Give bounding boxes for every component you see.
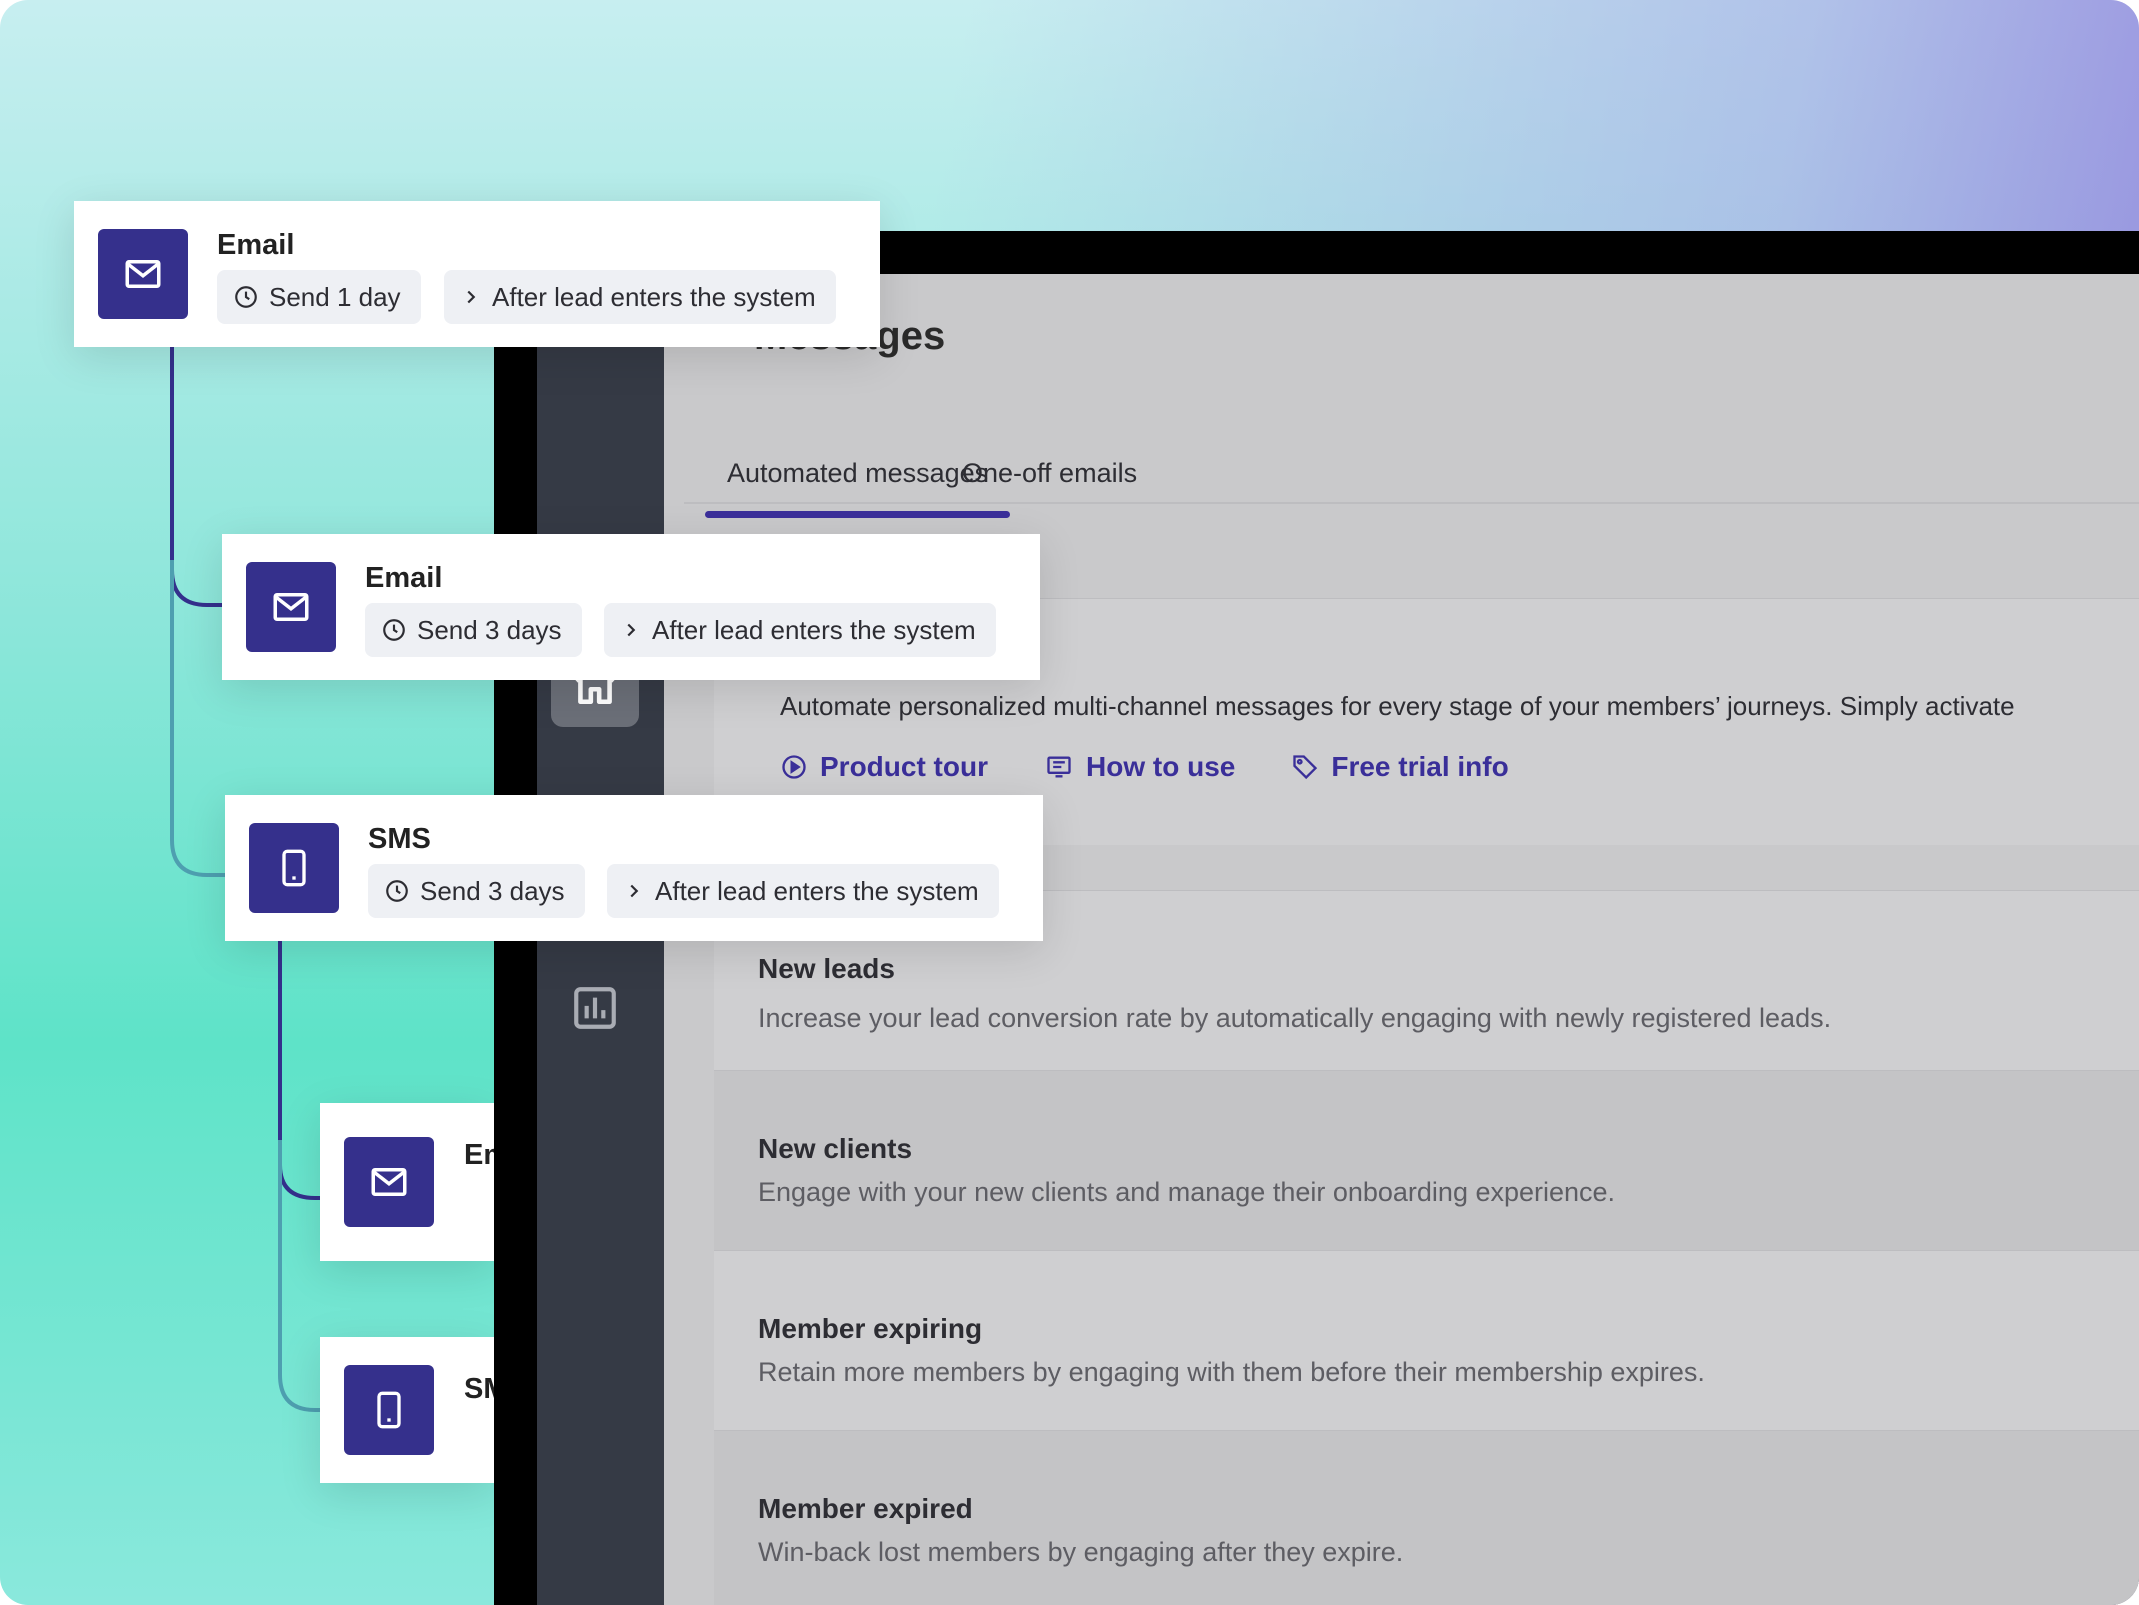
- reports-icon: [574, 987, 616, 1029]
- tab-automated-messages[interactable]: Automated messages: [704, 458, 1011, 518]
- phone-icon: [377, 1391, 401, 1429]
- journey-description: Retain more members by engaging with the…: [758, 1357, 1705, 1387]
- tab-one-off-emails[interactable]: One-off emails: [962, 458, 1137, 514]
- card-type: SMS: [368, 823, 431, 855]
- intro-text: Automate personalized multi-channel mess…: [780, 691, 2015, 721]
- flow-card-sms-partial[interactable]: SMS: [320, 1337, 494, 1483]
- mail-icon: [273, 593, 309, 621]
- tab-bar: Automated messages One-off emails: [684, 444, 2139, 518]
- card-icon-email: [98, 229, 188, 319]
- journey-title: New leads: [758, 953, 895, 984]
- trigger-pill[interactable]: After lead enters the system: [604, 603, 996, 657]
- journey-description: Win-back lost members by engaging after …: [758, 1537, 1404, 1567]
- mail-icon: [371, 1168, 407, 1196]
- flow-card-sms-1[interactable]: SMS Send 3 days After lead enters the sy…: [225, 795, 1043, 941]
- flow-card-email-1[interactable]: Email Send 1 day After lead enters the s…: [74, 201, 880, 347]
- clock-icon: [383, 619, 405, 641]
- delay-pill[interactable]: Send 3 days: [365, 603, 582, 657]
- chevron-right-icon: [627, 623, 636, 637]
- mail-icon: [125, 260, 161, 288]
- card-icon-email: [344, 1137, 434, 1227]
- card-icon-sms: [344, 1365, 434, 1455]
- nav-reports-button[interactable]: [561, 974, 629, 1042]
- card-type: Email: [464, 1139, 494, 1171]
- tag-icon: [1293, 755, 1318, 780]
- journey-title: Member expiring: [758, 1313, 983, 1344]
- journey-member-expiring[interactable]: Member expiring Retain more members by e…: [714, 1250, 2139, 1431]
- trigger-label: After lead enters the system: [492, 281, 816, 312]
- flow-card-email-partial[interactable]: Email: [320, 1103, 494, 1261]
- card-icon-sms: [249, 823, 339, 913]
- flow-card-email-2[interactable]: Email Send 3 days After lead enters the …: [222, 534, 1040, 680]
- how-to-use-label: How to use: [1086, 751, 1236, 782]
- delay-label: Send 3 days: [417, 614, 562, 645]
- trigger-pill[interactable]: After lead enters the system: [607, 864, 999, 918]
- product-tour-link[interactable]: Product tour: [780, 751, 988, 783]
- product-tour-label: Product tour: [820, 751, 988, 782]
- journey-description: Increase your lead conversion rate by au…: [758, 1003, 1832, 1033]
- help-links: Product tour How to use Free trial info: [780, 751, 1509, 783]
- chevron-right-icon: [630, 884, 639, 898]
- journey-new-clients[interactable]: New clients Engage with your new clients…: [714, 1070, 2139, 1251]
- journey-member-expired[interactable]: Member expired Win-back lost members by …: [714, 1430, 2139, 1605]
- delay-pill[interactable]: Send 1 day: [217, 270, 421, 324]
- guide-icon: [1047, 756, 1071, 778]
- delay-label: Send 1 day: [269, 281, 401, 312]
- free-trial-info-link[interactable]: Free trial info: [1291, 751, 1509, 783]
- journey-description: Engage with your new clients and manage …: [758, 1177, 1616, 1207]
- delay-pill[interactable]: Send 3 days: [368, 864, 585, 918]
- journey-title: New clients: [758, 1133, 913, 1164]
- card-type: Email: [365, 562, 443, 594]
- play-circle-icon: [782, 755, 806, 779]
- delay-label: Send 3 days: [420, 875, 565, 906]
- card-type: SMS: [464, 1373, 494, 1405]
- free-trial-info-label: Free trial info: [1331, 751, 1509, 782]
- clock-icon: [386, 880, 408, 902]
- trigger-label: After lead enters the system: [652, 614, 976, 645]
- journey-title: Member expired: [758, 1493, 973, 1524]
- card-icon-email: [246, 562, 336, 652]
- phone-icon: [282, 849, 306, 887]
- how-to-use-link[interactable]: How to use: [1044, 751, 1235, 783]
- background-stage: Messages Automated messages One-off emai…: [0, 0, 2139, 1605]
- card-type: Email: [217, 229, 295, 261]
- trigger-pill[interactable]: After lead enters the system: [444, 270, 836, 324]
- chevron-right-icon: [467, 290, 476, 304]
- trigger-label: After lead enters the system: [655, 875, 979, 906]
- clock-icon: [235, 286, 257, 308]
